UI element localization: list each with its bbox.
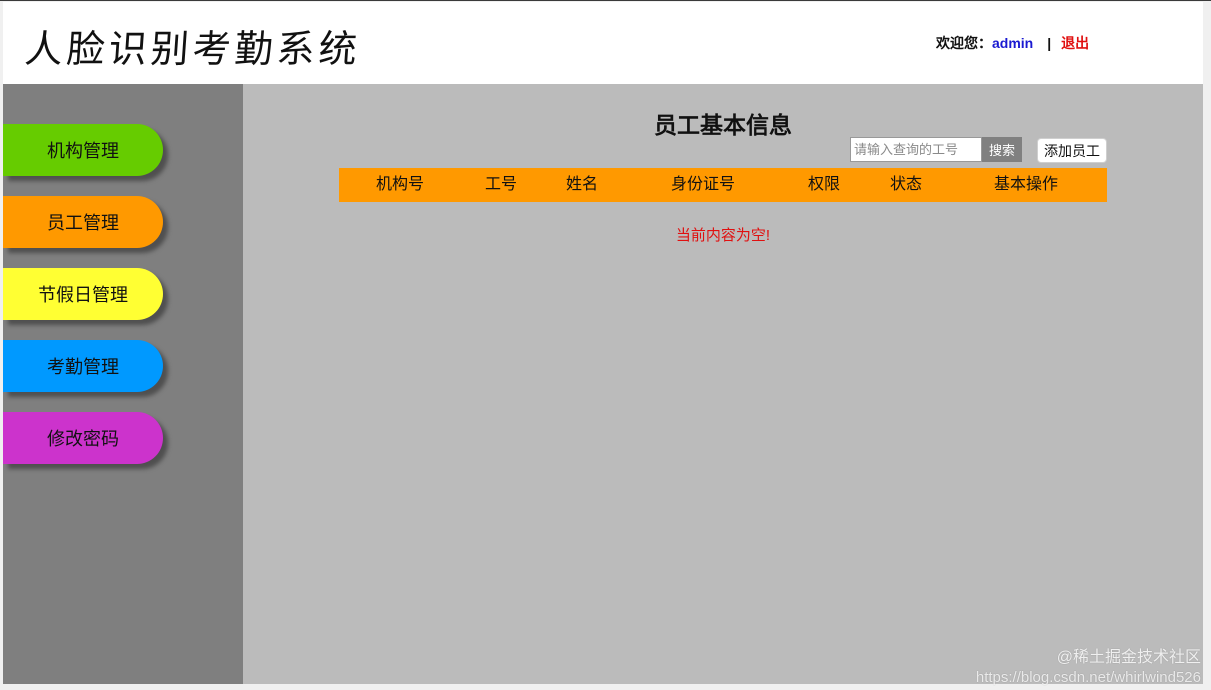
main-content: 员工基本信息 搜索 添加员工 机构号 工号 姓名 身份证号 权限 状态 基本操作… bbox=[243, 84, 1203, 684]
search-input[interactable] bbox=[850, 137, 982, 162]
watermark-line-1: @稀土掘金技术社区 bbox=[1056, 649, 1201, 666]
sidebar: 机构管理 员工管理 节假日管理 考勤管理 修改密码 bbox=[3, 84, 243, 684]
add-employee-button[interactable]: 添加员工 bbox=[1037, 138, 1107, 163]
page-title: 员工基本信息 bbox=[654, 112, 792, 138]
sidebar-item-org-management[interactable]: 机构管理 bbox=[3, 124, 163, 176]
sidebar-item-employee-management[interactable]: 员工管理 bbox=[3, 196, 163, 248]
watermark: @稀土掘金技术社区 https://blog.csdn.net/whirlwin… bbox=[976, 648, 1201, 688]
column-header-org-id: 机构号 bbox=[375, 176, 425, 193]
app-frame: 人脸识别考勤系统 欢迎您：admin | 退出 机构管理 员工管理 节假日管理 考勤… bbox=[0, 0, 1211, 690]
column-header-actions: 基本操作 bbox=[993, 176, 1059, 193]
sidebar-item-label: 修改密码 bbox=[47, 429, 119, 449]
user-bar-separator: | bbox=[1047, 35, 1052, 51]
logout-link[interactable]: 退出 bbox=[1061, 35, 1089, 51]
sidebar-item-label: 员工管理 bbox=[47, 213, 119, 233]
column-header-id-number: 身份证号 bbox=[670, 176, 736, 193]
sidebar-item-label: 考勤管理 bbox=[47, 357, 119, 377]
watermark-line-2: https://blog.csdn.net/whirlwind526 bbox=[975, 669, 1201, 686]
search-button[interactable]: 搜索 bbox=[982, 137, 1022, 162]
sidebar-item-change-password[interactable]: 修改密码 bbox=[3, 412, 163, 464]
username: admin bbox=[992, 35, 1034, 51]
empty-state-message: 当前内容为空! bbox=[675, 227, 771, 244]
table-header: 机构号 工号 姓名 身份证号 权限 状态 基本操作 bbox=[339, 168, 1107, 202]
welcome-label: 欢迎您： bbox=[936, 35, 992, 51]
header: 人脸识别考勤系统 欢迎您：admin | 退出 bbox=[3, 2, 1203, 84]
app-logo: 人脸识别考勤系统 bbox=[23, 27, 363, 71]
sidebar-item-holiday-management[interactable]: 节假日管理 bbox=[3, 268, 163, 320]
user-bar: 欢迎您：admin | 退出 bbox=[936, 33, 1089, 53]
column-header-employee-id: 工号 bbox=[484, 176, 518, 193]
column-header-permission: 权限 bbox=[807, 176, 841, 193]
column-header-name: 姓名 bbox=[565, 176, 599, 193]
sidebar-item-attendance-management[interactable]: 考勤管理 bbox=[3, 340, 163, 392]
sidebar-item-label: 机构管理 bbox=[47, 141, 119, 161]
column-header-status: 状态 bbox=[889, 176, 923, 193]
sidebar-item-label: 节假日管理 bbox=[38, 285, 128, 305]
